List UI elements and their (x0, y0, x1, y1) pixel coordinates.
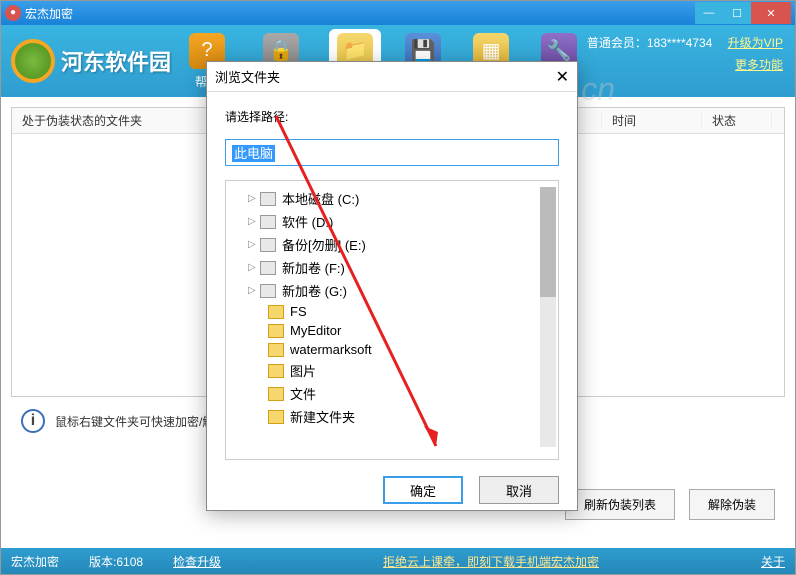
titlebar: ● 宏杰加密 — ☐ ✕ (1, 1, 795, 25)
col-status[interactable]: 状态 (702, 112, 772, 129)
tree-item[interactable]: FS (230, 302, 554, 321)
tree-item[interactable]: MyEditor (230, 321, 554, 340)
tree-item-label: FS (290, 304, 307, 319)
release-button[interactable]: 解除伪装 (689, 489, 775, 520)
dialog-buttons: 确定 取消 (225, 476, 559, 504)
close-button[interactable]: ✕ (751, 2, 791, 24)
dialog-title: 浏览文件夹 (215, 67, 280, 86)
window-controls: — ☐ ✕ (695, 2, 791, 24)
window-title: 宏杰加密 (25, 5, 695, 22)
disk-icon (260, 192, 276, 206)
tree-item[interactable]: ▷ 备份[勿删] (E:) (230, 233, 554, 256)
status-about-link[interactable]: 关于 (761, 553, 785, 570)
folder-icon (268, 410, 284, 424)
browse-folder-dialog: 浏览文件夹 ✕ 请选择路径: 此电脑 ▷ 本地磁盘 (C:) ▷ 软件 (D:) ▷ 备份… (206, 61, 578, 511)
disk-icon (260, 261, 276, 275)
tree-item[interactable]: 图片 (230, 359, 554, 382)
tree-item-label: MyEditor (290, 323, 341, 338)
expand-arrow-icon[interactable]: ▷ (248, 285, 260, 296)
ok-button[interactable]: 确定 (383, 476, 463, 504)
tree-item-label: 本地磁盘 (C:) (282, 189, 359, 208)
tree-item-label: 软件 (D:) (282, 212, 333, 231)
folder-icon (268, 387, 284, 401)
tree-item[interactable]: ▷ 新加卷 (G:) (230, 279, 554, 302)
header-right: 普通会员：183****4734 升级为VIP 更多功能 (587, 33, 783, 76)
path-value: 此电脑 (232, 145, 275, 162)
minimize-button[interactable]: — (695, 2, 723, 24)
disk-icon (260, 238, 276, 252)
statusbar: 宏杰加密 版本:6108 检查升级 拒绝云上课牵，即刻下载手机端宏杰加密 关于 (1, 548, 795, 574)
tree-item[interactable]: watermarksoft (230, 340, 554, 359)
logo-text: 河东软件园 (61, 45, 171, 77)
expand-arrow-icon[interactable]: ▷ (248, 216, 260, 227)
dialog-body: 请选择路径: 此电脑 ▷ 本地磁盘 (C:) ▷ 软件 (D:) ▷ 备份[勿删] (E:… (207, 92, 577, 520)
maximize-button[interactable]: ☐ (723, 2, 751, 24)
tree-item[interactable]: 新建文件夹 (230, 405, 554, 428)
main-window: ● 宏杰加密 — ☐ ✕ 河东软件园 ? 帮助 🔒 加密保护 📁 伪装 (0, 0, 796, 575)
status-app: 宏杰加密 (11, 553, 59, 570)
dialog-close-button[interactable]: ✕ (556, 67, 569, 87)
tree-item-label: 新加卷 (F:) (282, 258, 345, 277)
status-left: 宏杰加密 版本:6108 检查升级 (11, 553, 221, 570)
disk-icon (260, 284, 276, 298)
scrollbar[interactable] (540, 187, 556, 447)
bottom-buttons: 刷新伪装列表 解除伪装 (565, 489, 775, 520)
tree-item-label: 新建文件夹 (290, 407, 355, 426)
logo: 河东软件园 (11, 39, 181, 83)
member-info: 普通会员：183****4734 (587, 36, 712, 50)
more-features-link[interactable]: 更多功能 (587, 55, 783, 77)
status-check-link[interactable]: 检查升级 (173, 553, 221, 570)
tree-item[interactable]: ▷ 新加卷 (F:) (230, 256, 554, 279)
tree-item-label: 图片 (290, 361, 316, 380)
folder-tree[interactable]: ▷本地磁盘 (C:)▷软件 (D:)▷备份[勿删] (E:)▷新加卷 (F:)▷… (225, 180, 559, 460)
dialog-label: 请选择路径: (225, 108, 559, 125)
expand-arrow-icon[interactable]: ▷ (248, 262, 260, 273)
dialog-titlebar: 浏览文件夹 ✕ (207, 62, 577, 92)
col-time[interactable]: 时间 (602, 112, 702, 129)
logo-icon (11, 39, 55, 83)
tree-item-label: watermarksoft (290, 342, 372, 357)
cancel-button[interactable]: 取消 (479, 476, 559, 504)
tree-item-label: 新加卷 (G:) (282, 281, 347, 300)
folder-icon (268, 305, 284, 319)
expand-arrow-icon[interactable]: ▷ (248, 193, 260, 204)
path-input[interactable]: 此电脑 (225, 139, 559, 166)
status-version: 版本:6108 (89, 553, 143, 570)
scrollbar-thumb[interactable] (540, 187, 556, 297)
tree-item-label: 文件 (290, 384, 316, 403)
tree-item[interactable]: 文件 (230, 382, 554, 405)
status-promo-link[interactable]: 拒绝云上课牵，即刻下载手机端宏杰加密 (221, 553, 761, 570)
refresh-button[interactable]: 刷新伪装列表 (565, 489, 675, 520)
folder-icon (268, 343, 284, 357)
info-icon: i (21, 409, 45, 433)
tree-item-label: 备份[勿删] (E:) (282, 235, 366, 254)
tree-item[interactable]: ▷ 本地磁盘 (C:) (230, 187, 554, 210)
folder-icon (268, 324, 284, 338)
disk-icon (260, 215, 276, 229)
upgrade-vip-link[interactable]: 升级为VIP (728, 36, 783, 50)
app-icon: ● (5, 5, 21, 21)
folder-icon (268, 364, 284, 378)
expand-arrow-icon[interactable]: ▷ (248, 239, 260, 250)
tree-item[interactable]: ▷ 软件 (D:) (230, 210, 554, 233)
